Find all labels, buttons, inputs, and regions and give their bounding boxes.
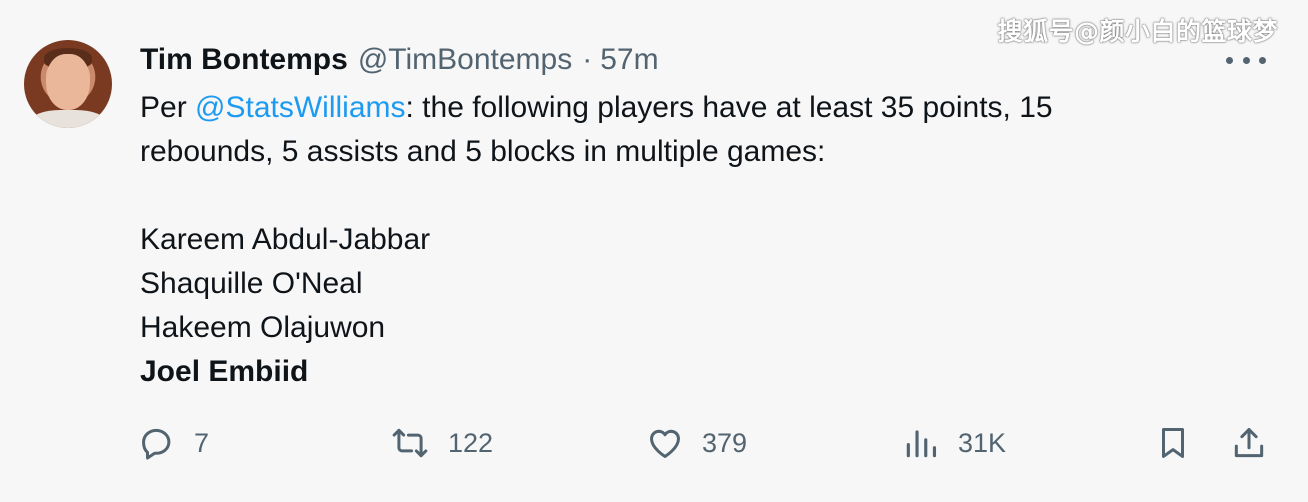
player-item: Kareem Abdul-Jabbar bbox=[140, 223, 431, 256]
player-item: Hakeem Olajuwon bbox=[140, 311, 386, 344]
views-icon bbox=[906, 430, 937, 458]
highlighted-player: Joel Embiid bbox=[140, 355, 309, 388]
reply-count: 7 bbox=[194, 427, 210, 458]
tweet-line-1: Per @StatsWilliams: the following player… bbox=[140, 91, 1053, 124]
tweet-line-2: rebounds, 5 assists and 5 blocks in mult… bbox=[140, 135, 826, 168]
share-icon bbox=[1234, 428, 1264, 458]
reply-button[interactable]: 7 bbox=[138, 420, 209, 466]
views-count: 31K bbox=[958, 427, 1007, 458]
tweet-text: Per @StatsWilliams: the following player… bbox=[140, 86, 1220, 394]
more-icon[interactable] bbox=[1226, 48, 1266, 72]
like-button[interactable]: 379 bbox=[646, 420, 747, 466]
author-name[interactable]: Tim Bontemps bbox=[140, 43, 348, 77]
bookmark-icon bbox=[1161, 428, 1185, 458]
separator: · bbox=[582, 43, 593, 76]
tweet-header: Tim Bontemps @TimBontemps · 57m bbox=[140, 40, 659, 80]
action-bar: 7 122 379 31K bbox=[138, 420, 1278, 466]
like-icon bbox=[650, 429, 680, 458]
retweet-count: 122 bbox=[448, 427, 494, 458]
reply-icon bbox=[142, 428, 171, 460]
author-handle[interactable]: @TimBontemps bbox=[358, 43, 572, 77]
retweet-button[interactable]: 122 bbox=[390, 420, 493, 466]
mention-link[interactable]: @StatsWilliams bbox=[195, 91, 405, 124]
share-button[interactable] bbox=[1230, 420, 1268, 466]
retweet-icon bbox=[392, 428, 428, 458]
views-button[interactable]: 31K bbox=[902, 420, 1006, 466]
player-item: Shaquille O'Neal bbox=[140, 267, 363, 300]
tweet-card: 搜狐号@颜小白的篮球梦 Tim Bontemps @TimBontemps · … bbox=[0, 0, 1308, 502]
timestamp[interactable]: 57m bbox=[600, 43, 658, 77]
avatar[interactable] bbox=[24, 40, 112, 128]
watermark: 搜狐号@颜小白的篮球梦 bbox=[997, 17, 1278, 46]
bookmark-button[interactable] bbox=[1154, 420, 1192, 466]
like-count: 379 bbox=[702, 427, 748, 458]
